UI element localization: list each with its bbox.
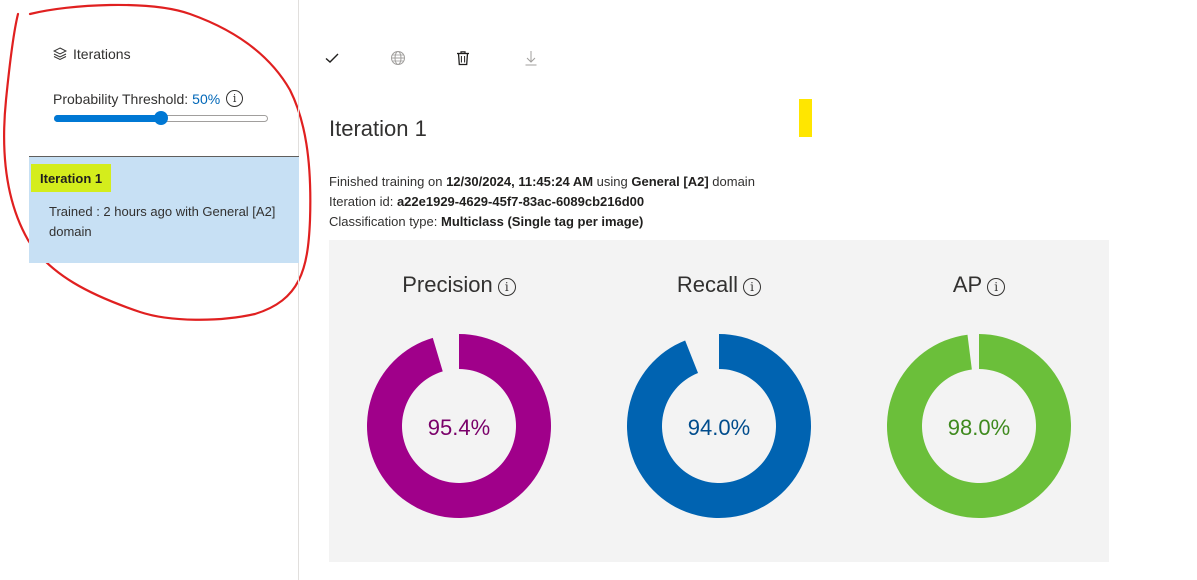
threshold-value: 50% bbox=[192, 90, 221, 107]
slider-fill bbox=[54, 115, 161, 122]
iteration-details: Finished training on 12/30/2024, 11:45:2… bbox=[329, 172, 755, 232]
export-button[interactable] bbox=[520, 47, 542, 69]
classification-value: Multiclass (Single tag per image) bbox=[441, 214, 644, 229]
metric-name: Recall bbox=[676, 272, 739, 297]
finished-suffix: domain bbox=[708, 174, 755, 189]
metric-title: AP i bbox=[849, 272, 1109, 298]
make-default-button[interactable] bbox=[321, 47, 343, 69]
metric-title: Precision i bbox=[329, 272, 589, 298]
metric-recall: Recall i 94.0% bbox=[589, 240, 849, 562]
metric-precision: Precision i 95.4% bbox=[329, 240, 589, 562]
metric-name: AP bbox=[952, 272, 983, 297]
metric-value: 98.0% bbox=[947, 415, 1011, 440]
iteration-id-value: a22e1929-4629-45f7-83ac-6089cb216d00 bbox=[396, 194, 645, 209]
iteration-id-label: Iteration id: bbox=[329, 194, 397, 209]
download-icon bbox=[525, 51, 537, 66]
iteration-name: Iteration 1 bbox=[31, 164, 112, 192]
threshold-label: Probability Threshold: bbox=[53, 90, 189, 107]
layers-icon bbox=[53, 47, 67, 61]
iterations-header-label: Iterations bbox=[73, 46, 131, 62]
metric-name: Precision bbox=[402, 272, 493, 297]
check-icon bbox=[325, 53, 339, 63]
delete-button[interactable] bbox=[452, 47, 474, 69]
precision-info-icon[interactable]: i bbox=[497, 277, 516, 296]
threshold-slider[interactable] bbox=[54, 111, 268, 125]
training-info-line: Finished training on 12/30/2024, 11:45:2… bbox=[329, 172, 755, 192]
metric-value: 94.0% bbox=[687, 415, 751, 440]
trash-icon bbox=[457, 51, 469, 66]
iteration-list-item[interactable]: Iteration 1 Trained : 2 hours ago with G… bbox=[29, 157, 299, 263]
iterations-sidebar: Iterations Probability Threshold: 50% i … bbox=[0, 0, 299, 580]
iteration-description: Trained : 2 hours ago with General [A2] … bbox=[49, 204, 276, 239]
metric-ap: AP i 98.0% bbox=[849, 240, 1109, 562]
finished-mid: using bbox=[593, 174, 632, 189]
iteration-title: Iteration 1 bbox=[329, 116, 427, 141]
iterations-header: Iterations bbox=[53, 46, 131, 62]
finished-date: 12/30/2024, 11:45:24 AM bbox=[446, 174, 594, 189]
publish-button[interactable] bbox=[387, 47, 409, 69]
finished-domain: General [A2] bbox=[631, 174, 709, 189]
classification-line: Classification type: Multiclass (Single … bbox=[329, 212, 755, 232]
iteration-id-line: Iteration id: a22e1929-4629-45f7-83ac-60… bbox=[329, 192, 755, 212]
finished-prefix: Finished training on bbox=[329, 174, 447, 189]
threshold-info-icon[interactable]: i bbox=[226, 90, 244, 107]
yellow-highlight-mark bbox=[799, 99, 812, 137]
classification-label: Classification type: bbox=[329, 214, 441, 229]
metric-value: 95.4% bbox=[427, 415, 491, 440]
slider-thumb[interactable] bbox=[154, 111, 168, 125]
recall-info-icon[interactable]: i bbox=[743, 277, 762, 296]
globe-icon bbox=[391, 51, 405, 65]
probability-threshold: Probability Threshold: 50% i bbox=[53, 90, 244, 107]
performance-metrics-panel: Precision i 95.4% Recall i 94.0% AP i 98… bbox=[329, 240, 1109, 562]
ap-info-icon[interactable]: i bbox=[987, 277, 1006, 296]
metric-title: Recall i bbox=[589, 272, 849, 298]
